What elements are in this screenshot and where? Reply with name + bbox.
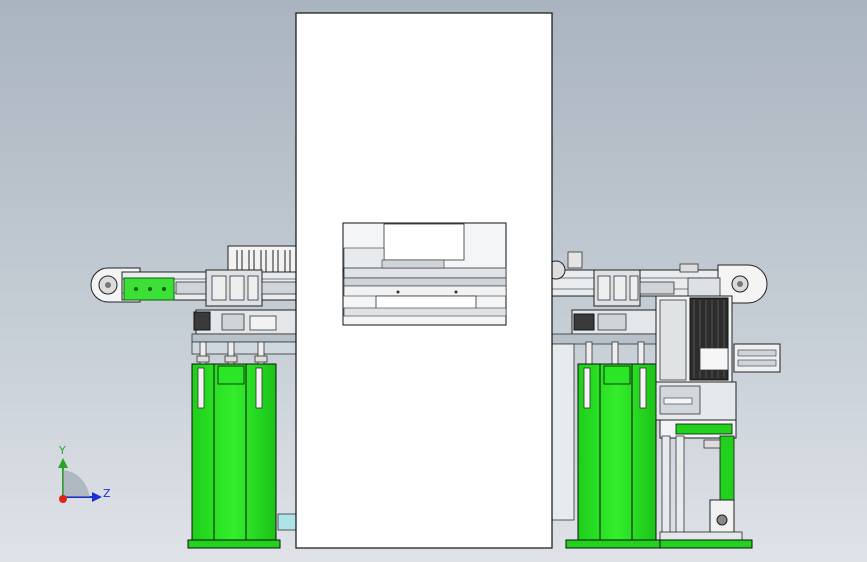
z-axis-arrow — [92, 492, 102, 502]
right-assembly — [546, 251, 781, 549]
left-base-bar — [277, 513, 299, 531]
left-dark-block — [193, 311, 211, 331]
cad-viewport[interactable]: Y Z — [0, 0, 867, 562]
y-axis-label: Y — [58, 444, 66, 457]
left-assembly — [90, 245, 301, 549]
right-dark-block — [573, 313, 595, 331]
machine-assembly-drawing: Y Z — [58, 12, 781, 549]
z-axis-label: Z — [103, 487, 111, 500]
right-side-box — [733, 343, 781, 373]
left-green-frame — [191, 363, 277, 545]
center-panel — [295, 12, 553, 549]
y-axis-arrow — [58, 458, 68, 468]
axis-triad: Y Z — [58, 444, 111, 503]
triad-origin — [59, 495, 67, 503]
